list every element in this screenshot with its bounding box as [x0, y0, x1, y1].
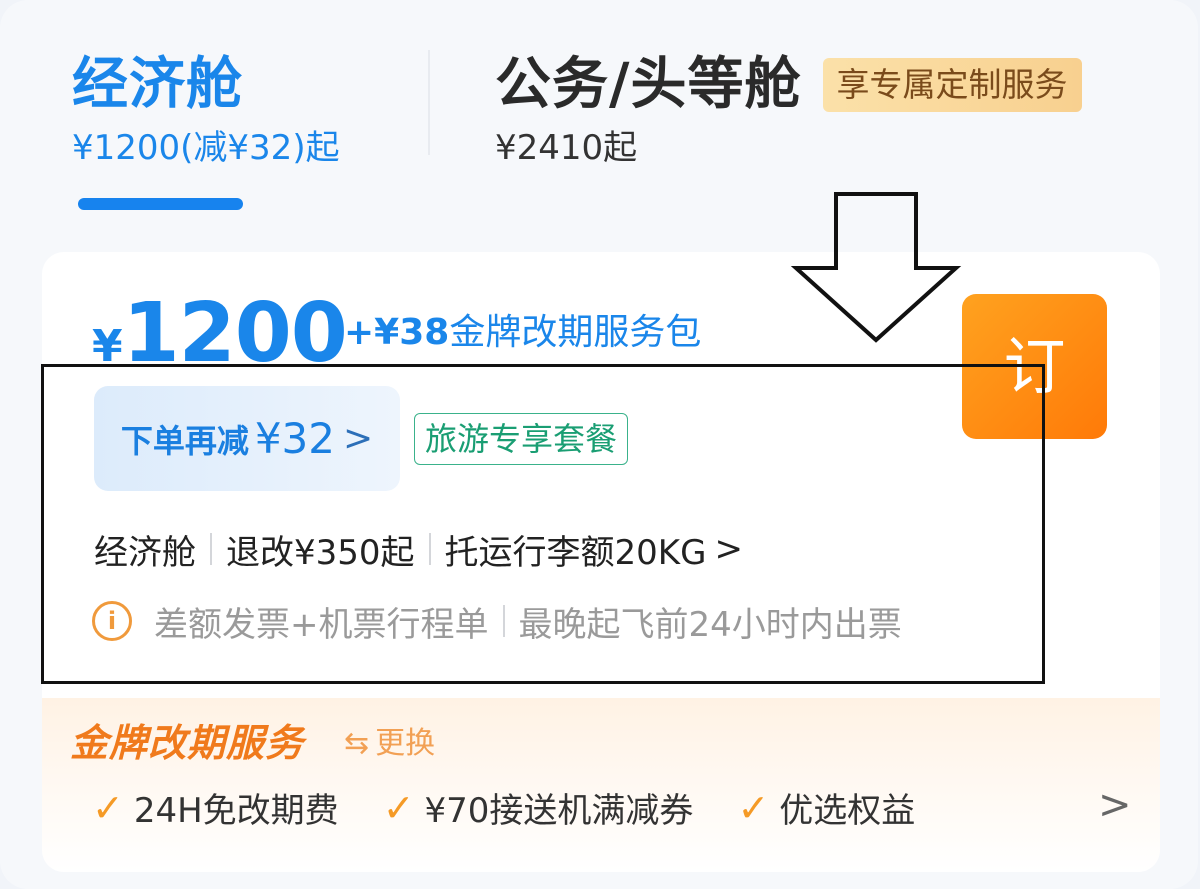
down-arrow-annotation: [790, 192, 962, 343]
cabin-selection-panel: 经济舱 ¥1200(减¥32)起 公务/头等舱 享专属定制服务 ¥2410起 ¥…: [0, 0, 1198, 889]
